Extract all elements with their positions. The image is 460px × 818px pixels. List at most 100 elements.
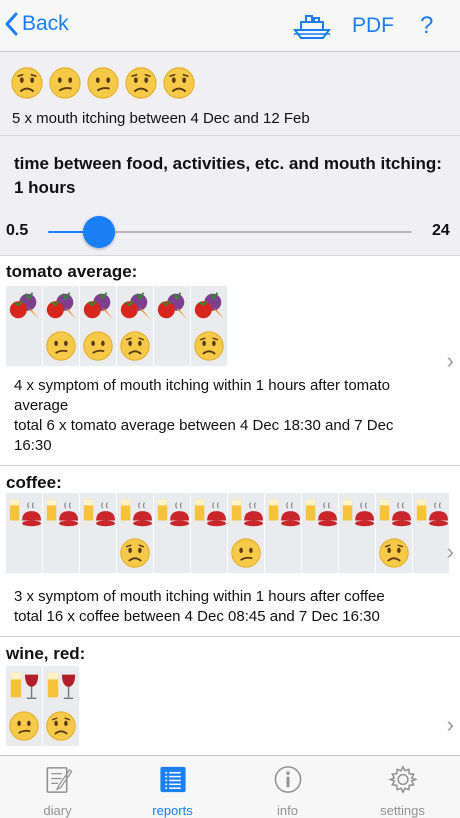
back-button[interactable]: Back	[4, 12, 69, 36]
timeline-cell	[191, 493, 227, 573]
tab-label: diary	[43, 803, 72, 818]
cell-item	[118, 286, 152, 326]
timeline-cell	[413, 493, 449, 573]
worried-face-icon	[163, 67, 195, 99]
worried-face-icon	[11, 67, 43, 99]
coffee-icon	[120, 499, 152, 527]
cell-item	[7, 286, 41, 326]
worried-face-icon	[120, 331, 150, 361]
worried-face-icon	[125, 67, 157, 99]
timeline-cell	[191, 286, 227, 366]
summary-panel: 5 x mouth itching between 4 Dec and 12 F…	[0, 52, 460, 136]
cell-item	[192, 493, 226, 533]
worried-face-icon	[120, 538, 150, 568]
slider-max-label: 24	[432, 222, 450, 239]
cell-item	[44, 666, 78, 706]
tomato-icon	[83, 292, 114, 320]
cell-item	[44, 286, 78, 326]
coffee-icon	[157, 499, 189, 527]
cell-item	[118, 493, 152, 533]
chevron-right-icon[interactable]: ›	[447, 539, 454, 565]
cell-symptom	[45, 326, 77, 366]
confused-face-icon	[83, 331, 113, 361]
cell-item	[229, 493, 263, 533]
slider-thumb[interactable]	[82, 216, 115, 248]
timeline-cell	[265, 493, 301, 573]
wine-icon	[10, 672, 39, 699]
cell-symptom	[378, 533, 410, 573]
cell-item	[155, 286, 189, 326]
timeline-cell	[117, 493, 153, 573]
confused-face-icon	[46, 331, 76, 361]
pdf-button[interactable]: PDF	[352, 14, 394, 38]
timeline-cell	[43, 286, 79, 366]
time-window-panel: time between food, activities, etc. and …	[0, 136, 460, 256]
help-button[interactable]: ?	[420, 12, 433, 40]
tomato-icon	[120, 292, 151, 320]
coffee-icon	[305, 499, 337, 527]
cell-item	[303, 493, 337, 533]
tab-label: settings	[380, 803, 425, 818]
timeline-cell	[80, 493, 116, 573]
worried-face-icon	[379, 538, 409, 568]
chevron-right-icon[interactable]: ›	[447, 348, 454, 374]
diary-icon	[46, 767, 72, 793]
settings-icon	[387, 765, 418, 794]
cell-item	[81, 286, 115, 326]
tab-info[interactable]: info	[230, 756, 345, 818]
slider-min-label: 0.5	[6, 222, 29, 239]
tomato-icon	[46, 292, 77, 320]
cell-item	[7, 666, 41, 706]
report-section-coffee[interactable]: coffee: › 3 x symptom of mouth itching w…	[0, 467, 460, 637]
ship-icon[interactable]	[292, 12, 332, 40]
confused-face-icon	[87, 67, 119, 99]
cell-symptom	[8, 706, 40, 746]
section-total-text: total 16 x coffee between 4 Dec 08:45 an…	[14, 608, 380, 625]
coffee-icon	[416, 499, 448, 527]
cell-symptom	[82, 326, 114, 366]
tab-label: info	[277, 803, 298, 818]
cell-symptom	[119, 326, 151, 366]
cell-item	[192, 286, 226, 326]
cell-item	[44, 493, 78, 533]
coffee-icon	[83, 499, 115, 527]
tab-diary[interactable]: diary	[0, 756, 115, 818]
tab-reports[interactable]: reports	[115, 756, 230, 818]
report-section-tomato[interactable]: tomato average: › 4 x symptom of mouth i…	[0, 256, 460, 466]
time-window-title: time between food, activities, etc. and …	[14, 154, 442, 197]
tab-settings[interactable]: settings	[345, 756, 460, 818]
chevron-right-icon[interactable]: ›	[447, 712, 454, 738]
coffee-icon	[46, 499, 78, 527]
chevron-left-icon	[5, 12, 18, 36]
section-title: wine, red:	[6, 644, 86, 663]
coffee-icon	[231, 499, 263, 527]
back-label: Back	[22, 12, 69, 35]
coffee-icon	[9, 499, 41, 527]
timeline-cells	[6, 493, 449, 573]
section-title: coffee:	[6, 473, 62, 492]
coffee-icon	[268, 499, 300, 527]
section-title: tomato average:	[6, 262, 138, 281]
timeline-cell	[43, 666, 79, 746]
wine-icon	[47, 672, 76, 699]
timeline-cell	[154, 493, 190, 573]
timeline-cell	[80, 286, 116, 366]
summary-face-row	[10, 66, 196, 100]
confused-face-icon	[9, 711, 39, 741]
timeline-cell	[154, 286, 190, 366]
worried-face-icon	[46, 711, 76, 741]
timeline-cells	[6, 666, 79, 746]
timeline-cell	[339, 493, 375, 573]
summary-text: 5 x mouth itching between 4 Dec and 12 F…	[12, 110, 310, 127]
timeline-cells	[6, 286, 227, 366]
cell-item	[266, 493, 300, 533]
report-section-wine[interactable]: wine, red: ›	[0, 638, 460, 755]
cell-symptom	[119, 533, 151, 573]
coffee-icon	[194, 499, 226, 527]
timeline-cell	[6, 666, 42, 746]
timeline-cell	[376, 493, 412, 573]
timeline-cell	[6, 493, 42, 573]
cell-item	[81, 493, 115, 533]
coffee-icon	[342, 499, 374, 527]
tomato-icon	[194, 292, 225, 320]
